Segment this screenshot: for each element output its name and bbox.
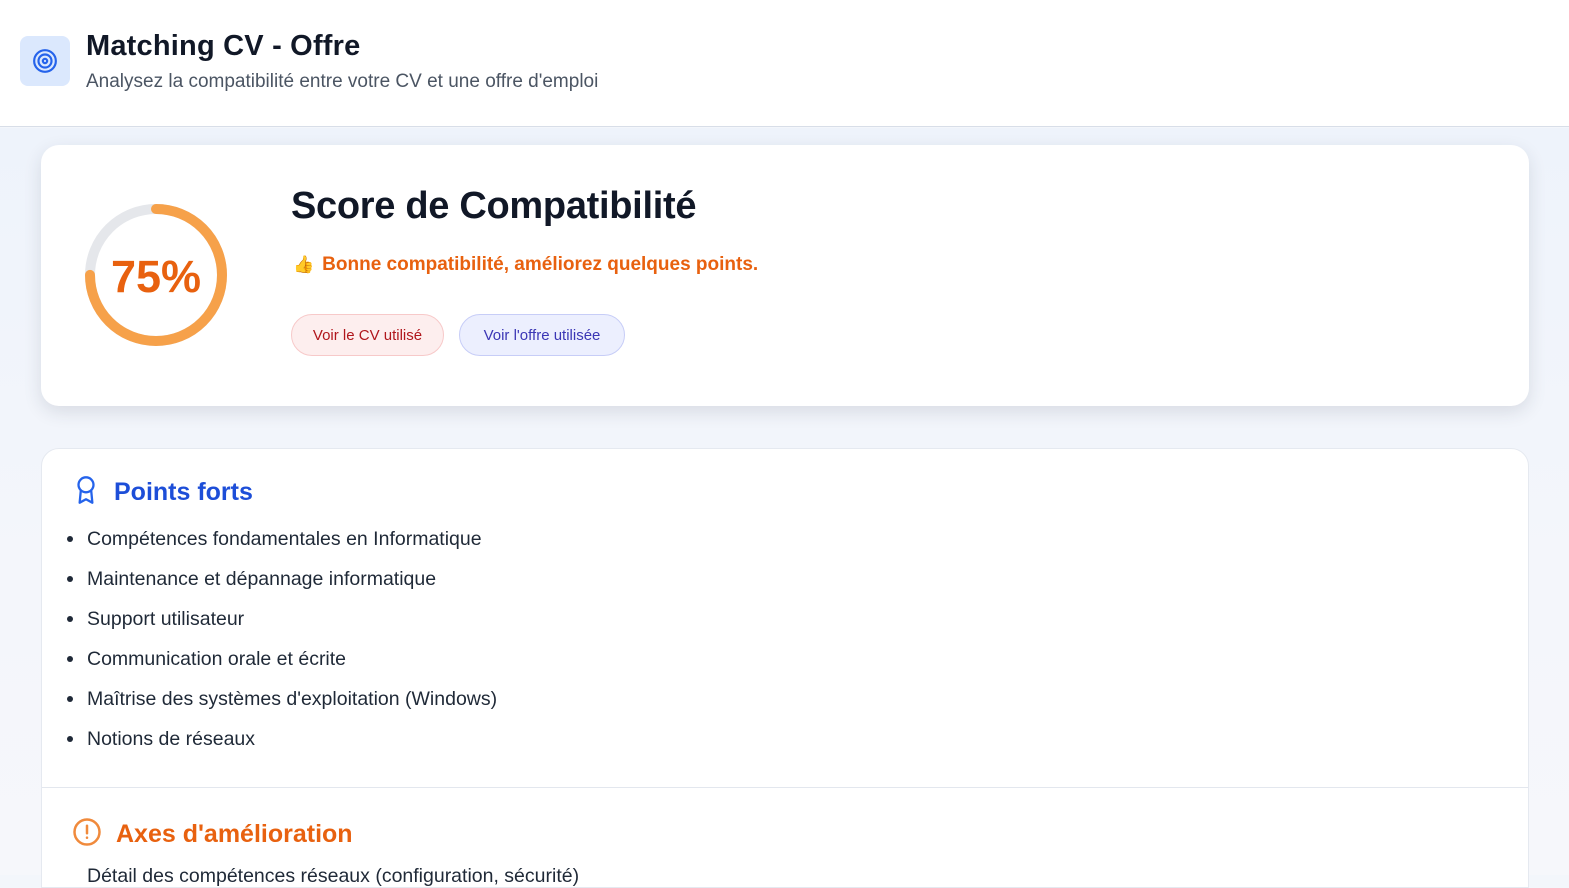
view-offer-button[interactable]: Voir l'offre utilisée: [459, 314, 625, 356]
alert-circle-icon: [72, 817, 102, 852]
view-cv-button[interactable]: Voir le CV utilisé: [291, 314, 444, 356]
thumbs-up-icon: 👍: [293, 255, 315, 274]
bullet: [67, 616, 73, 622]
bullet: [67, 656, 73, 662]
app-header: Matching CV - Offre Analysez la compatib…: [0, 0, 1569, 127]
page-subtitle: Analysez la compatibilité entre votre CV…: [86, 71, 599, 92]
bullet: [67, 696, 73, 702]
score-gauge: 75%: [81, 200, 231, 350]
details-card: Points forts Compétences fondamentales e…: [41, 448, 1529, 888]
improvements-header: Axes d'amélioration: [72, 817, 353, 852]
score-title: Score de Compatibilité: [291, 185, 697, 227]
list-item: Communication orale et écrite: [67, 647, 497, 687]
list-item: Maintenance et dépannage informatique: [67, 567, 497, 607]
award-ribbon-icon: [72, 475, 100, 510]
bullet: [67, 576, 73, 582]
score-message-text: Bonne compatibilité, améliorez quelques …: [322, 254, 759, 275]
bullet: [67, 536, 73, 542]
page-title: Matching CV - Offre: [86, 30, 361, 62]
strengths-header: Points forts: [72, 475, 253, 510]
strengths-title: Points forts: [114, 478, 253, 506]
score-card: 75% Score de Compatibilité 👍 Bonne compa…: [41, 145, 1529, 406]
section-divider: [42, 787, 1528, 788]
list-item: Maîtrise des systèmes d'exploitation (Wi…: [67, 687, 497, 727]
list-item: Notions de réseaux: [67, 727, 497, 767]
score-percentage: 75%: [110, 251, 202, 302]
score-message: 👍 Bonne compatibilité, améliorez quelque…: [293, 254, 758, 276]
strengths-list: Compétences fondamentales en Informatiqu…: [67, 527, 497, 767]
list-item: Compétences fondamentales en Informatiqu…: [67, 527, 497, 567]
list-item: Détail des compétences réseaux (configur…: [87, 865, 579, 888]
bullet: [67, 736, 73, 742]
improvements-title: Axes d'amélioration: [116, 820, 353, 848]
improvement-text: Détail des compétences réseaux (configur…: [87, 865, 580, 887]
target-icon: [20, 36, 70, 86]
list-item: Support utilisateur: [67, 607, 497, 647]
